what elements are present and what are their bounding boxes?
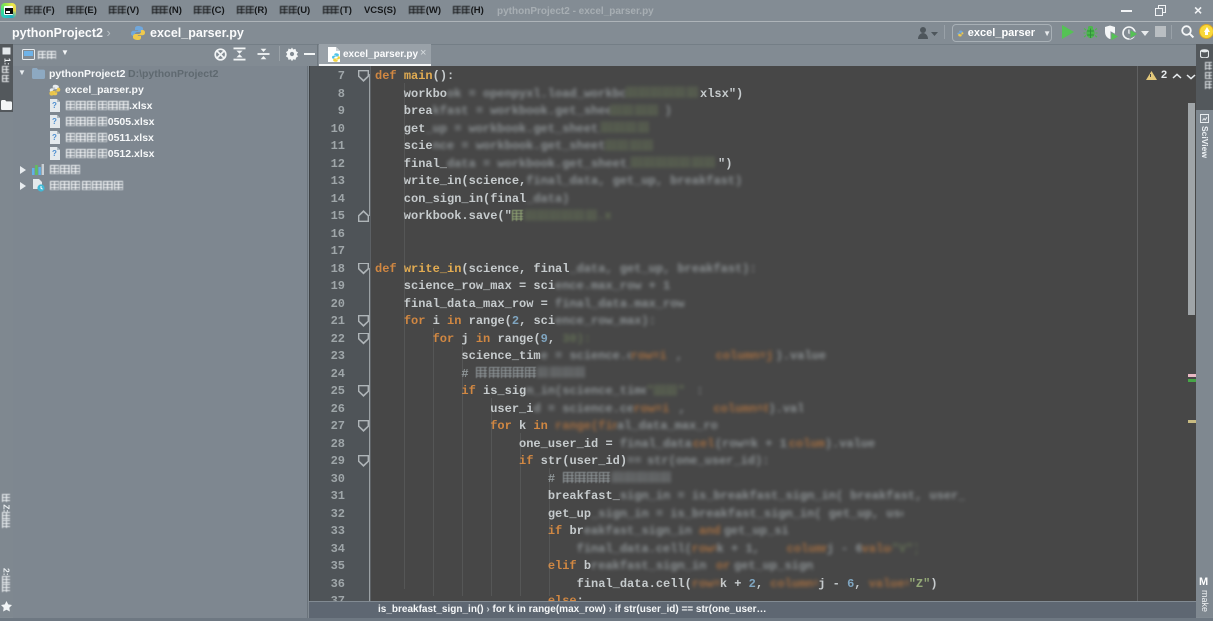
svg-text:?: ? (52, 149, 57, 158)
svg-text:?: ? (52, 101, 57, 110)
svg-text:?: ? (52, 117, 57, 126)
svg-text:?: ? (52, 133, 57, 142)
